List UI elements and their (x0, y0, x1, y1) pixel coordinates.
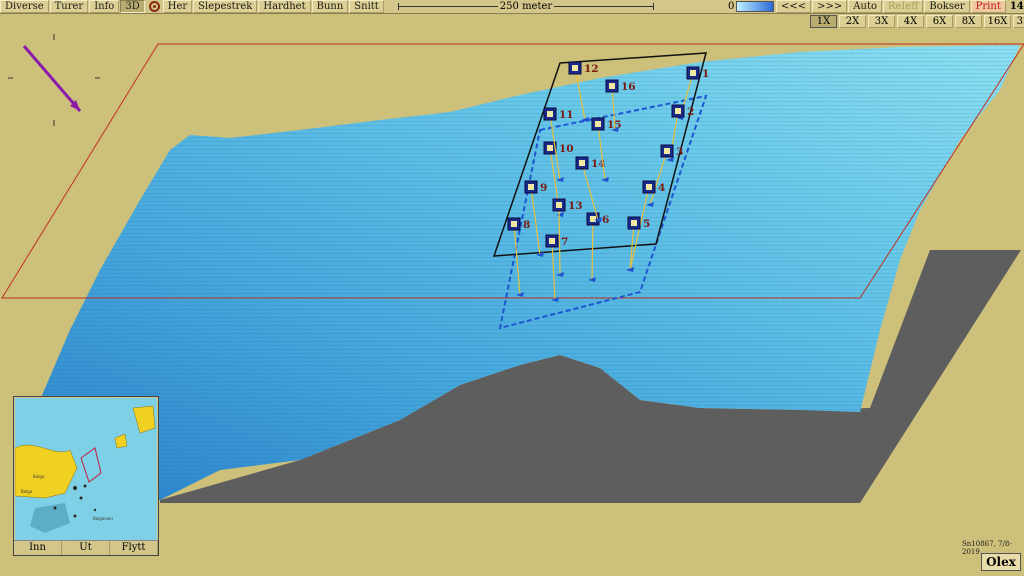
waypoint-label: 2 (687, 106, 694, 118)
clock: 14:36:49 (1009, 1, 1024, 12)
olex-logo[interactable]: Olex (981, 553, 1021, 571)
overview-chart[interactable]: Bolga Bolga Bolgavaer (15, 398, 157, 540)
waypoint-marker-core (595, 121, 601, 127)
menu-3d[interactable]: 3D (120, 0, 145, 13)
zoom-32x[interactable]: 32X (1013, 15, 1024, 28)
menu-slepestrek[interactable]: Slepestrek (193, 0, 258, 13)
zoom-in-button[interactable]: Inn (14, 541, 62, 555)
waypoint-label: 3 (676, 146, 683, 158)
overview-buttons: Inn Ut Flytt (14, 540, 158, 555)
waypoint-label: 4 (658, 182, 665, 194)
waypoint-label: 8 (523, 219, 530, 231)
place-label-bolga-2: Bolga (21, 489, 33, 494)
move-button[interactable]: Flytt (110, 541, 158, 555)
auto-button[interactable]: Auto (848, 0, 882, 13)
zoom-1x[interactable]: 1X (810, 15, 837, 28)
zoom-8x[interactable]: 8X (955, 15, 982, 28)
waypoint-label: 10 (559, 143, 574, 155)
compass-button-icon[interactable] (148, 1, 160, 12)
waypoint-marker-core (547, 111, 553, 117)
scale-bar: 250 meter (398, 0, 654, 13)
menu-bunn[interactable]: Bunn (311, 0, 349, 13)
depth-color-bar (736, 1, 775, 12)
waypoint-marker-core (549, 238, 555, 244)
zoom-4x[interactable]: 4X (897, 15, 924, 28)
waypoint-marker-core (646, 184, 652, 190)
menu-diverse[interactable]: Diverse (0, 0, 49, 13)
menu-turer[interactable]: Turer (49, 0, 89, 13)
print-button[interactable]: Print (970, 0, 1006, 13)
zoom-16x[interactable]: 16X (984, 15, 1011, 28)
menu-info[interactable]: Info (89, 0, 120, 13)
next-button[interactable]: >>> (812, 0, 848, 13)
waypoint-marker-core (511, 221, 517, 227)
waypoint-label: 1 (702, 68, 709, 80)
waypoint-label: 9 (540, 182, 547, 194)
waypoint-marker-core (631, 220, 637, 226)
overview-map[interactable]: Bolga Bolga Bolgavaer Inn Ut Flytt (13, 396, 159, 556)
menu-her[interactable]: Her (162, 0, 193, 13)
waypoint-marker-core (664, 148, 670, 154)
bokser-button[interactable]: Bokser (924, 0, 970, 13)
depth-min: 0 (728, 1, 735, 12)
zoom-3x[interactable]: 3X (868, 15, 895, 28)
compass-arrow-icon (8, 34, 100, 126)
waypoint-marker-core (572, 65, 578, 71)
zoom-6x[interactable]: 6X (926, 15, 953, 28)
zoom-out-button[interactable]: Ut (62, 541, 110, 555)
waypoint-label: 7 (561, 236, 568, 248)
waypoint-label: 11 (559, 109, 574, 121)
waypoint-label: 6 (602, 214, 609, 226)
waypoint-marker-core (579, 160, 585, 166)
scale-label: 250 meter (497, 1, 555, 12)
right-tools: <<< >>> Auto ReIeff Bokser Print 14:36:4… (776, 0, 1024, 13)
relief-button[interactable]: ReIeff (882, 0, 924, 13)
waypoint-marker-core (590, 216, 596, 222)
menu-hardhet[interactable]: Hardhet (258, 0, 311, 13)
zoom-bar: 1X2X3X4X6X8X16X32X (810, 15, 1024, 28)
waypoint-marker-core (528, 184, 534, 190)
waypoint-label: 5 (643, 218, 650, 230)
waypoint-marker-core (556, 202, 562, 208)
waypoint-label: 16 (621, 81, 636, 93)
waypoint-label: 12 (584, 63, 599, 75)
place-label-bolgavaer: Bolgavaer (93, 516, 114, 521)
waypoint-marker-core (547, 145, 553, 151)
place-label-bolga: Bolga (33, 474, 45, 479)
waypoint-label: 13 (568, 200, 583, 212)
waypoint-marker-core (675, 108, 681, 114)
waypoint-marker-core (690, 70, 696, 76)
zoom-2x[interactable]: 2X (839, 15, 866, 28)
menu-snitt[interactable]: Snitt (349, 0, 384, 13)
waypoint-marker-core (609, 83, 615, 89)
prev-button[interactable]: <<< (776, 0, 812, 13)
